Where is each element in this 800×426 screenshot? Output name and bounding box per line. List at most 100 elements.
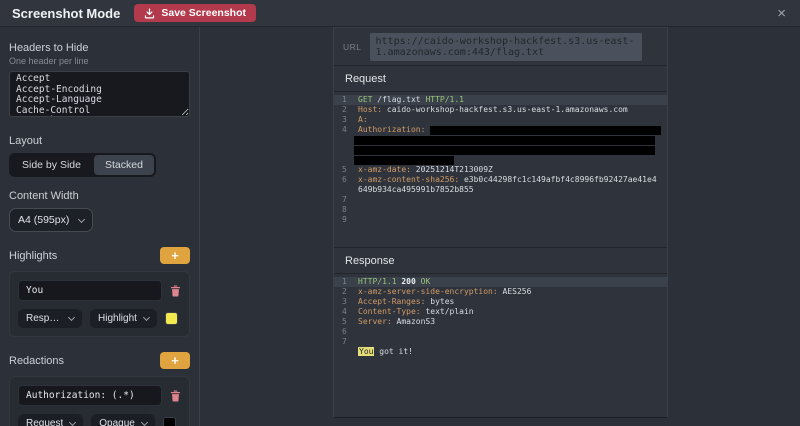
chevron-down-icon bbox=[141, 419, 148, 426]
code-segment: HTTP/1.1 bbox=[425, 95, 464, 104]
chevron-down-icon bbox=[68, 314, 75, 321]
preview-panel: URL https://caido-workshop-hackfest.s3.u… bbox=[333, 27, 668, 418]
response-editor: 1HTTP/1.1 200 OK2x-amz-server-side-encry… bbox=[334, 274, 667, 417]
redaction-type-value: Opaque bbox=[99, 418, 135, 426]
headers-to-hide-textarea[interactable]: Accept Accept-Encoding Accept-Language C… bbox=[9, 71, 190, 117]
code-line: You got it! bbox=[334, 347, 667, 357]
page-title: Screenshot Mode bbox=[12, 6, 120, 21]
content-width-label: Content Width bbox=[9, 190, 190, 202]
code-line: 4Content-Type: text/plain bbox=[334, 307, 667, 317]
add-highlight-button[interactable]: + bbox=[160, 247, 190, 264]
code-segment: Authorization: bbox=[358, 125, 430, 135]
code-segment: 20251214T213009Z bbox=[411, 165, 493, 174]
code-segment: HTTP/1.1 bbox=[358, 277, 397, 286]
redaction-bar bbox=[354, 136, 655, 145]
highlight-item-card: Respo... Highlight bbox=[9, 271, 190, 337]
code-segment: got it! bbox=[374, 347, 413, 356]
redaction-bar bbox=[430, 126, 661, 135]
redaction-bar bbox=[354, 156, 454, 165]
highlight-type-select[interactable]: Highlight bbox=[90, 309, 157, 328]
code-segment: text/plain bbox=[421, 307, 474, 316]
code-line: 6x-amz-content-sha256: e3b0c44298fc1c149… bbox=[334, 175, 667, 195]
request-editor: 1GET /flag.txt HTTP/1.12Host: caido-work… bbox=[334, 92, 667, 247]
code-line: 4Authorization: bbox=[334, 125, 667, 135]
layout-segmented-control: Side by Side Stacked bbox=[9, 153, 156, 177]
line-number: 5 bbox=[334, 165, 358, 175]
redaction-type-select[interactable]: Opaque bbox=[91, 414, 155, 426]
highlight-target-value: Respo... bbox=[26, 313, 62, 324]
code-line: 3Accept-Ranges: bytes bbox=[334, 297, 667, 307]
line-number: 2 bbox=[334, 105, 358, 115]
redactions-label: Redactions bbox=[9, 355, 64, 367]
layout-option-side-by-side[interactable]: Side by Side bbox=[11, 155, 92, 175]
code-line: 5Server: AmazonS3 bbox=[334, 317, 667, 327]
chevron-down-icon bbox=[78, 215, 85, 222]
code-segment: GET bbox=[358, 95, 372, 104]
line-number: 4 bbox=[334, 307, 358, 317]
add-redaction-button[interactable]: + bbox=[160, 352, 190, 369]
highlight-pattern-input[interactable] bbox=[18, 280, 162, 301]
code-line bbox=[334, 135, 667, 145]
code-line bbox=[334, 145, 667, 155]
code-segment: bytes bbox=[425, 297, 454, 306]
line-number: 4 bbox=[334, 125, 358, 135]
code-segment: x-amz-date: bbox=[358, 165, 411, 174]
code-segment: x-amz-server-side-encryption: bbox=[358, 287, 498, 296]
code-segment: OK bbox=[421, 277, 431, 286]
code-segment: 200 bbox=[401, 277, 415, 286]
code-segment: AmazonS3 bbox=[392, 317, 435, 326]
line-number: 8 bbox=[334, 205, 358, 215]
redaction-target-select[interactable]: Request bbox=[18, 414, 83, 426]
redaction-pattern-input[interactable] bbox=[18, 385, 162, 406]
chevron-down-icon bbox=[69, 419, 76, 426]
trash-icon bbox=[170, 285, 181, 297]
highlight-color-swatch[interactable] bbox=[165, 312, 178, 325]
code-segment: x-amz-content-sha256: bbox=[358, 175, 459, 184]
redaction-item-card: Request Opaque ✓ Group 1 bbox=[9, 376, 190, 426]
code-line: 6 bbox=[334, 327, 667, 337]
delete-redaction-button[interactable] bbox=[170, 390, 181, 402]
highlight-target-select[interactable]: Respo... bbox=[18, 309, 82, 328]
code-line: 8 bbox=[334, 205, 667, 215]
redaction-target-value: Request bbox=[26, 418, 63, 426]
code-segment: /flag.txt bbox=[372, 95, 425, 104]
response-section-header: Response bbox=[334, 247, 667, 274]
code-line: 3A: bbox=[334, 115, 667, 125]
topbar: Screenshot Mode Save Screenshot × bbox=[0, 0, 800, 27]
line-number: 5 bbox=[334, 317, 358, 327]
layout-option-stacked[interactable]: Stacked bbox=[94, 155, 154, 175]
line-number: 3 bbox=[334, 115, 358, 125]
content-width-value: A4 (595px) bbox=[18, 214, 69, 226]
code-line: 1GET /flag.txt HTTP/1.1 bbox=[334, 95, 667, 105]
highlight-type-value: Highlight bbox=[98, 313, 137, 324]
redaction-color-swatch[interactable] bbox=[163, 417, 176, 426]
code-line: 9 bbox=[334, 215, 667, 225]
code-line: 1HTTP/1.1 200 OK bbox=[334, 277, 667, 287]
url-row: URL https://caido-workshop-hackfest.s3.u… bbox=[334, 28, 667, 65]
line-number: 9 bbox=[334, 215, 358, 225]
code-line: 7 bbox=[334, 337, 667, 347]
save-screenshot-button[interactable]: Save Screenshot bbox=[134, 4, 256, 22]
headers-to-hide-label: Headers to Hide bbox=[9, 42, 190, 54]
line-number: 6 bbox=[334, 327, 358, 337]
line-number: 6 bbox=[334, 175, 358, 195]
close-icon[interactable]: × bbox=[775, 6, 788, 21]
content-width-select[interactable]: A4 (595px) bbox=[9, 208, 93, 232]
line-number: 1 bbox=[334, 95, 358, 105]
trash-icon bbox=[170, 390, 181, 402]
line-number: 2 bbox=[334, 287, 358, 297]
delete-highlight-button[interactable] bbox=[170, 285, 181, 297]
download-icon bbox=[144, 8, 155, 19]
line-number: 3 bbox=[334, 297, 358, 307]
code-line: 2Host: caido-workshop-hackfest.s3.us-eas… bbox=[334, 105, 667, 115]
code-line bbox=[334, 155, 667, 165]
headers-to-hide-sublabel: One header per line bbox=[9, 56, 190, 66]
code-line: 2x-amz-server-side-encryption: AES256 bbox=[334, 287, 667, 297]
chevron-down-icon bbox=[143, 314, 150, 321]
layout-label: Layout bbox=[9, 135, 190, 147]
url-input[interactable]: https://caido-workshop-hackfest.s3.us-ea… bbox=[370, 33, 642, 61]
line-number: 7 bbox=[334, 195, 358, 205]
settings-sidebar: Headers to Hide One header per line Acce… bbox=[0, 27, 200, 426]
line-number: 7 bbox=[334, 337, 358, 347]
code-segment: Host: bbox=[358, 105, 382, 114]
